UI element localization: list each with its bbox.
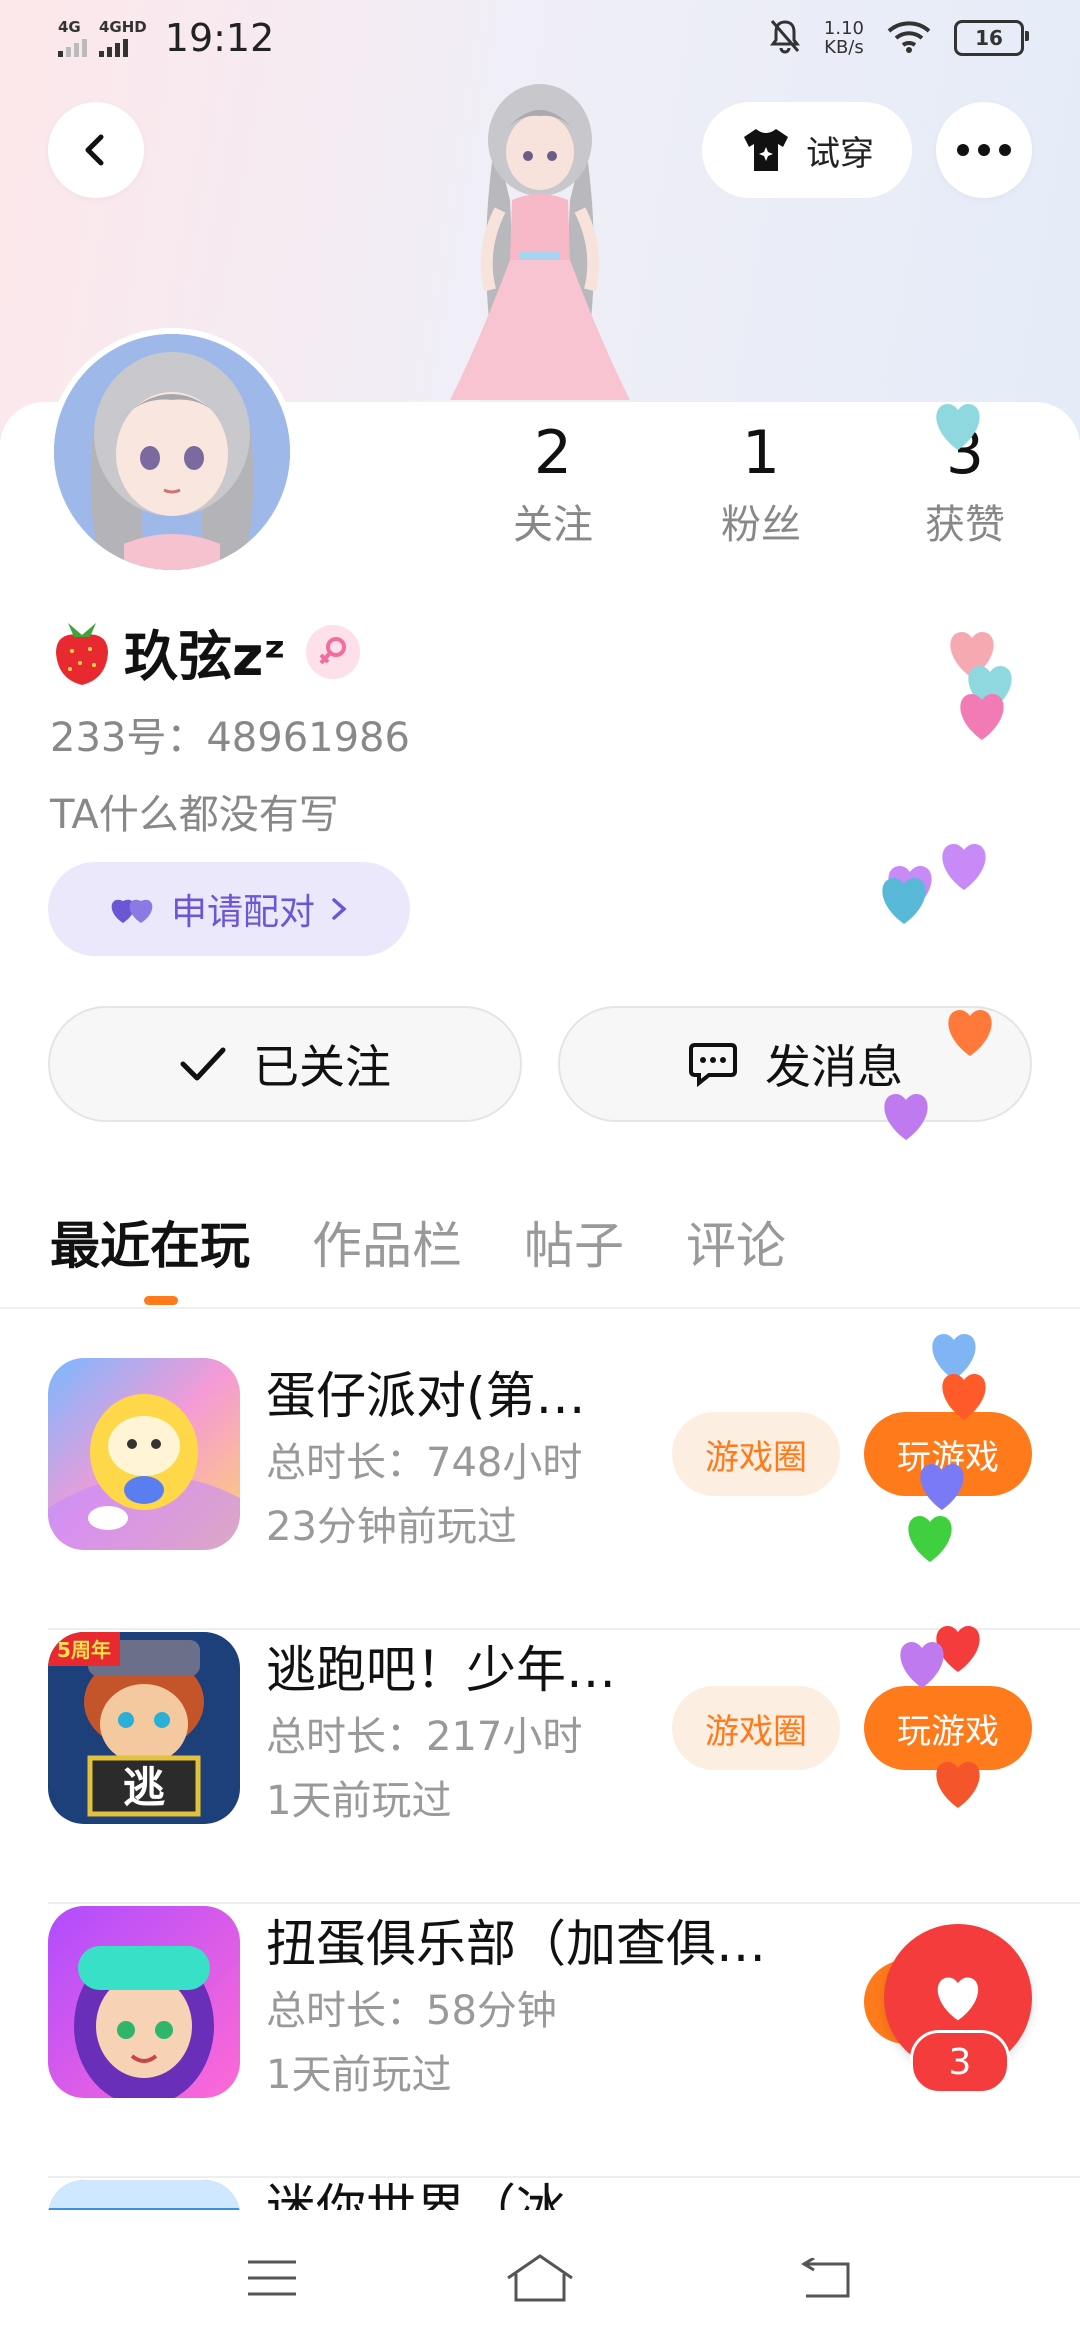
more-button[interactable] bbox=[936, 102, 1032, 198]
signal-2: 4GHD bbox=[99, 17, 147, 57]
like-count-badge: 3 bbox=[910, 2030, 1010, 2094]
floating-heart-icon bbox=[936, 404, 980, 450]
request-pair-button[interactable]: 申请配对 bbox=[48, 862, 410, 956]
gender-female-badge bbox=[305, 624, 360, 679]
floating-heart-icon bbox=[948, 1010, 992, 1056]
stat-fans[interactable]: 1 粉丝 bbox=[686, 418, 836, 550]
following-label-text: 已关注 bbox=[253, 1040, 391, 1094]
tshirt-icon bbox=[744, 129, 788, 171]
floating-heart-icon bbox=[884, 1094, 928, 1140]
avatar-image bbox=[54, 334, 290, 570]
chevron-right-icon bbox=[332, 898, 347, 920]
floating-heart-icon bbox=[882, 878, 926, 924]
battery-indicator: 16 bbox=[954, 20, 1029, 56]
game-circle-button[interactable]: 游戏圈 bbox=[672, 1686, 840, 1770]
following-button[interactable]: 已关注 bbox=[48, 1006, 522, 1122]
avatar[interactable] bbox=[48, 328, 296, 576]
floating-heart-icon bbox=[936, 1762, 980, 1808]
try-on-label: 试穿 bbox=[806, 133, 874, 174]
floating-heart-icon bbox=[942, 1374, 986, 1420]
network-speed: 1.10 KB/s bbox=[823, 18, 864, 58]
game-title: 扭蛋俱乐部（加查俱… bbox=[266, 1915, 766, 1973]
tab-recently-played[interactable]: 最近在玩 bbox=[50, 1206, 250, 1278]
network-label-2: 4GHD bbox=[99, 17, 147, 36]
mute-icon bbox=[768, 18, 802, 58]
game-icon-text: 逃 bbox=[123, 1763, 165, 1812]
stat-following[interactable]: 2 关注 bbox=[478, 418, 628, 550]
wifi-icon bbox=[886, 19, 932, 57]
game-circle-button[interactable]: 游戏圈 bbox=[672, 1412, 840, 1496]
back-nav-icon[interactable] bbox=[798, 2258, 854, 2300]
floating-heart-icon bbox=[920, 1464, 964, 1510]
game-last-played: 1天前玩过 bbox=[266, 1778, 452, 1824]
username: 玖弦zᶻ bbox=[124, 625, 286, 688]
heart-icon bbox=[937, 1977, 979, 2021]
avatar-character-image bbox=[450, 84, 630, 400]
request-pair-label: 申请配对 bbox=[170, 892, 315, 933]
floating-heart-icon bbox=[960, 694, 1004, 740]
name-row: 玖弦zᶻ bbox=[50, 612, 360, 691]
tab-works[interactable]: 作品栏 bbox=[312, 1206, 462, 1278]
female-symbol-icon bbox=[319, 636, 346, 664]
status-bar: 4G 4GHD 19:12 1.10 KB/s 16 bbox=[0, 0, 1080, 84]
game-icon-escape-boy: 逃 5周年 bbox=[48, 1632, 240, 1824]
back-button[interactable] bbox=[48, 102, 144, 198]
profile-tabs: 最近在玩 作品栏 帖子 评论 bbox=[50, 1206, 786, 1278]
game-title: 逃跑吧！少年… bbox=[266, 1641, 616, 1699]
game-duration: 总时长：748小时 bbox=[266, 1440, 583, 1486]
signal-1: 4G bbox=[58, 17, 87, 57]
signal-bars-icon bbox=[58, 35, 87, 57]
game-last-played: 1天前玩过 bbox=[266, 2052, 452, 2098]
try-on-button[interactable]: 试穿 bbox=[702, 102, 912, 198]
game-duration: 总时长：217小时 bbox=[266, 1714, 583, 1760]
row-divider bbox=[48, 2176, 1080, 2178]
game-title: 迷你世界（冰… bbox=[266, 2180, 616, 2210]
menu-icon[interactable] bbox=[246, 2258, 298, 2298]
likes-label: 获赞 bbox=[925, 502, 1005, 548]
home-icon[interactable] bbox=[504, 2252, 576, 2304]
anniversary-badge-text: 5周年 bbox=[57, 1638, 111, 1662]
game-icon-mini-world bbox=[48, 2180, 240, 2210]
chat-bubble-icon bbox=[689, 1043, 737, 1087]
bio: TA什么都没有写 bbox=[50, 792, 339, 838]
send-message-label: 发消息 bbox=[765, 1040, 903, 1094]
clock: 19:12 bbox=[164, 16, 275, 60]
more-dots-icon bbox=[957, 144, 1011, 156]
tabs-divider bbox=[0, 1307, 1080, 1309]
fans-count: 1 bbox=[741, 418, 781, 488]
floating-heart-icon bbox=[900, 1642, 944, 1688]
active-tab-indicator bbox=[144, 1296, 178, 1305]
floating-heart-icon bbox=[942, 844, 986, 890]
game-list-item[interactable]: 迷你世界（冰… bbox=[48, 2180, 1080, 2210]
tab-comments[interactable]: 评论 bbox=[686, 1206, 786, 1278]
checkmark-icon bbox=[180, 1047, 226, 1081]
user-id: 233号：48961986 bbox=[50, 715, 410, 761]
fans-label: 粉丝 bbox=[721, 502, 801, 548]
game-icon-gacha-club bbox=[48, 1906, 240, 2098]
chevron-left-icon bbox=[85, 134, 104, 166]
system-nav-bar bbox=[0, 2210, 1080, 2340]
floating-heart-icon bbox=[908, 1516, 952, 1562]
strawberry-icon bbox=[56, 622, 108, 685]
game-icon-eggy-party bbox=[48, 1358, 240, 1550]
signal-bars-icon bbox=[99, 35, 128, 57]
following-label: 关注 bbox=[513, 502, 593, 548]
double-heart-icon bbox=[111, 899, 153, 923]
tab-posts[interactable]: 帖子 bbox=[524, 1206, 624, 1278]
following-count: 2 bbox=[533, 418, 573, 488]
game-duration: 总时长：58分钟 bbox=[266, 1988, 557, 2034]
game-last-played: 23分钟前玩过 bbox=[266, 1504, 517, 1550]
network-label-1: 4G bbox=[58, 17, 81, 36]
game-title: 蛋仔派对(第… bbox=[266, 1367, 586, 1425]
